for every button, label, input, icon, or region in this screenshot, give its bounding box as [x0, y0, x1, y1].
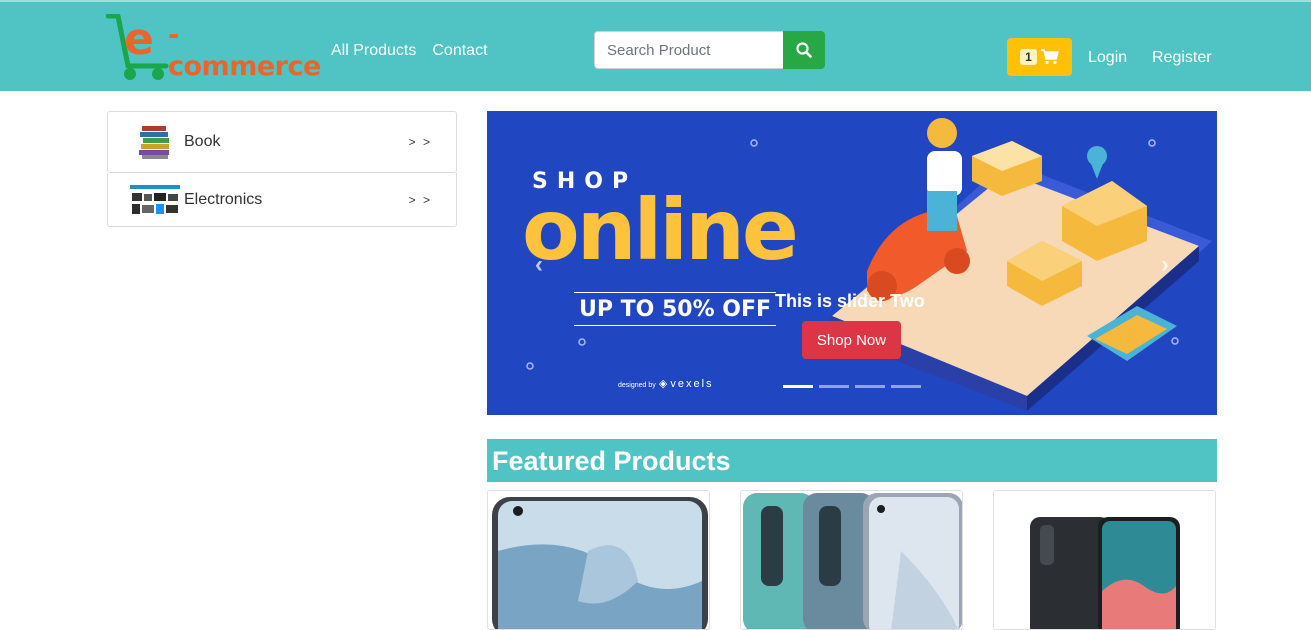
search-input[interactable]	[594, 31, 783, 69]
search-icon	[796, 42, 812, 58]
category-label: Book	[184, 133, 221, 150]
navbar: e -commerce All Products Contact 1 Login…	[0, 0, 1311, 91]
logo-text: -commerce	[168, 20, 321, 82]
carousel-indicator[interactable]	[783, 385, 813, 388]
product-image	[488, 491, 709, 629]
search-form	[594, 31, 825, 69]
product-card[interactable]	[740, 490, 963, 630]
logo[interactable]: e -commerce	[105, 13, 321, 82]
chevron-right-icon: > >	[408, 192, 432, 207]
product-image	[994, 491, 1215, 629]
slide-online-text: online	[522, 181, 799, 279]
electronics-thumbnail-icon	[130, 180, 180, 220]
slide-caption: This is slider Two	[775, 291, 925, 311]
cart-icon	[1040, 49, 1059, 65]
nav-links: All Products Contact	[331, 42, 488, 60]
slide-offer-text: UP TO 50% OFF	[574, 292, 776, 326]
product-card[interactable]	[993, 490, 1216, 630]
designed-by-label: designed by	[618, 382, 656, 389]
shop-now-button[interactable]: Shop Now	[802, 321, 901, 359]
product-image	[741, 491, 962, 629]
register-link[interactable]: Register	[1152, 49, 1212, 67]
category-item-book[interactable]: Book > >	[107, 111, 457, 173]
category-label: Electronics	[184, 190, 263, 208]
svg-text:e: e	[124, 14, 154, 65]
login-link[interactable]: Login	[1088, 49, 1127, 67]
vexels-label: vexels	[670, 378, 714, 390]
category-sidebar: Book > > Electronics > >	[107, 111, 457, 227]
carousel-indicator[interactable]	[891, 385, 921, 388]
book-thumbnail-icon	[130, 122, 180, 162]
vexels-logo-icon: ◈	[658, 378, 668, 390]
nav-contact[interactable]: Contact	[432, 42, 487, 60]
designed-by-credit: designed by ◈ vexels	[618, 377, 714, 390]
category-item-electronics[interactable]: Electronics > >	[107, 173, 457, 227]
carousel-indicator[interactable]	[855, 385, 885, 388]
product-card[interactable]	[487, 490, 710, 630]
featured-products-heading: Featured Products	[487, 439, 1217, 482]
carousel-indicator[interactable]	[819, 385, 849, 388]
cart-logo-icon: e	[105, 13, 169, 80]
carousel-indicators	[783, 385, 921, 388]
hero-carousel[interactable]: ‹ › SHOP online UP TO 50% OFF This is sl…	[487, 111, 1217, 415]
chevron-right-icon: > >	[408, 135, 432, 149]
cart-count-badge: 1	[1020, 49, 1037, 65]
cart-button[interactable]: 1	[1007, 38, 1072, 76]
carousel-next-icon[interactable]: ›	[1161, 251, 1169, 279]
nav-all-products[interactable]: All Products	[331, 42, 416, 60]
search-button[interactable]	[783, 31, 825, 69]
